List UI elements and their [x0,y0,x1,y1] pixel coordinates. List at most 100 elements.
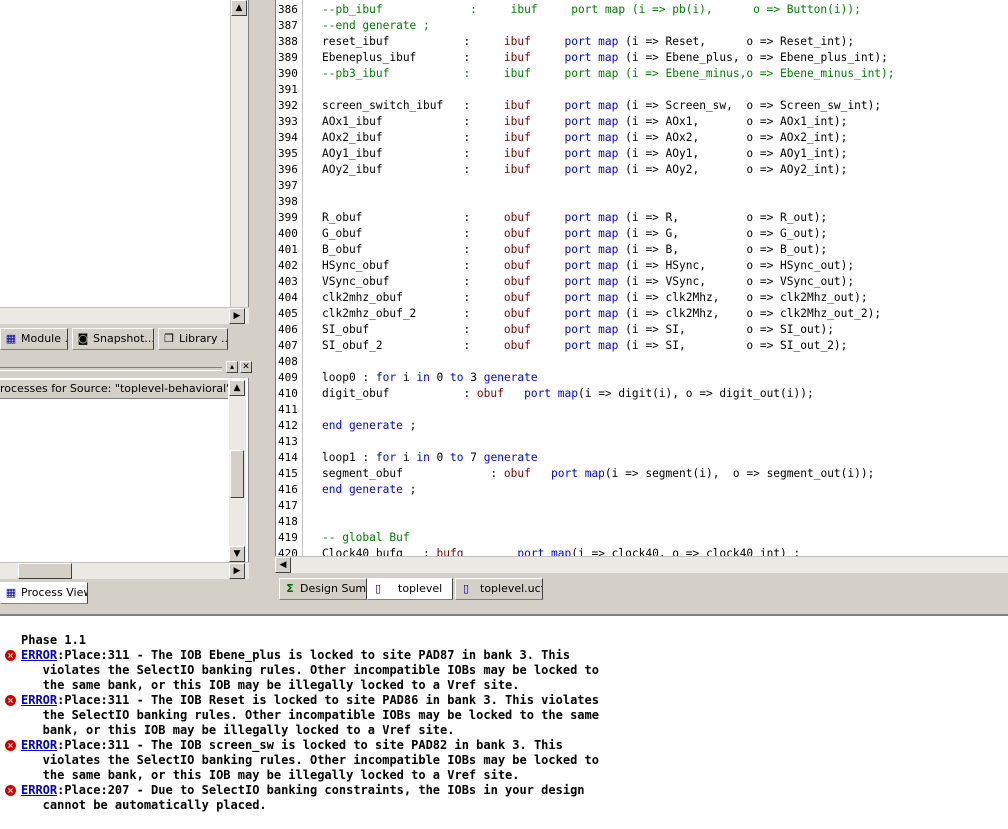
console-output[interactable]: Phase 1.1 × ERROR:Place:311 - The IOB Ebe… [0,614,1008,829]
code-line[interactable]: loop0 : for i in 0 to 3 generate [322,370,538,386]
sources-tree-panel[interactable]: ▲ [0,0,249,307]
code-line[interactable]: AOx1_ibuf : ibuf port map (i => AOx1, o … [322,114,847,130]
code-line[interactable]: AOy1_ibuf : ibuf port map (i => AOy1, o … [322,146,847,162]
tab-library-view[interactable]: ❐ Library ... [158,328,228,350]
restore-icon[interactable]: ▴ [226,361,238,373]
code-token: 0 [429,451,451,464]
line-number: 418 [278,515,298,528]
code-line[interactable]: SI_obuf : obuf port map (i => SI, o => S… [322,322,834,338]
code-line[interactable]: AOy2_ibuf : ibuf port map (i => AOy2, o … [322,162,847,178]
error-icon: × [5,650,16,661]
sources-vertical-scrollbar[interactable]: ▲ [230,0,248,307]
tab-design-summary[interactable]: Σ Design Sum... [279,578,367,600]
code-line[interactable]: VSync_obuf : obuf port map (i => VSync, … [322,274,854,290]
camera-icon: ◙ [77,332,89,345]
code-token: (i => SI, o => SI_out_2); [618,339,848,352]
code-line[interactable]: Ebeneplus_ibuf : ibuf port map (i => Ebe… [322,50,888,66]
line-number: 394 [278,131,298,144]
tab-module-view[interactable]: ▦ Module ... [0,328,68,350]
code-token: (i => AOy1, o => AOy1_int); [618,147,848,160]
editor-horizontal-scrollbar[interactable]: ◀ [275,556,1008,573]
code-token: port map [564,339,619,352]
scroll-right-arrow-icon[interactable]: ▶ [229,563,245,579]
tab-label: toplevel [398,582,443,595]
code-token: obuf [503,339,531,352]
code-line[interactable]: end generate ; [322,418,416,434]
error-link[interactable]: ERROR [21,648,57,662]
code-line[interactable]: Clock40_bufg : bufg port map(i => clock4… [322,546,800,556]
code-token: 7 [463,451,484,464]
error-link[interactable]: ERROR [21,693,57,707]
tab-label: Module ... [21,332,68,345]
code-line[interactable]: clk2mhz_obuf : obuf port map (i => clk2M… [322,290,868,306]
processes-panel-header: ▴ ✕ [0,360,256,376]
code-line[interactable]: digit_obuf : obuf port map(i => digit(i)… [322,386,814,402]
code-token: port map [564,99,619,112]
error-link[interactable]: ERROR [21,783,57,797]
scroll-up-arrow-icon[interactable]: ▲ [231,0,247,16]
code-line[interactable]: clk2mhz_obuf_2 : obuf port map (i => clk… [322,306,881,322]
code-line[interactable]: G_obuf : obuf port map (i => G, o => G_o… [322,226,827,242]
code-line[interactable]: --pb_ibuf : ibuf port map (i => pb(i), o… [322,2,861,18]
error-text: cannot be automatically placed. [21,798,267,812]
line-number: 400 [278,227,298,240]
code-line[interactable]: --pb3_ibuf : ibuf port map (i => Ebene_m… [322,66,895,82]
error-message-line: cannot be automatically placed. [21,798,267,813]
scroll-thumb[interactable] [18,563,72,579]
line-number: 412 [278,419,298,432]
code-token: HSync_obuf : [322,259,504,272]
code-line[interactable]: -- global Buf [322,530,410,546]
tab-process-view[interactable]: ▦ Process View [0,582,88,604]
code-line[interactable]: R_obuf : obuf port map (i => R, o => R_o… [322,210,827,226]
code-editor[interactable]: 386 387 388 389 390 391 392 393 394 395 396 397 398 3… [275,0,1008,556]
scroll-left-arrow-icon[interactable]: ◀ [275,557,291,573]
code-line[interactable]: AOx2_ibuf : ibuf port map (i => AOx2, o … [322,130,847,146]
code-token: clk2mhz_obuf : [322,291,504,304]
code-line[interactable]: HSync_obuf : obuf port map (i => HSync, … [322,258,854,274]
library-icon: ❐ [164,332,174,345]
code-token: to [450,371,464,384]
processes-vertical-scrollbar[interactable]: ▲ ▼ [229,380,246,562]
code-line[interactable]: loop1 : for i in 0 to 7 generate [322,450,538,466]
line-number: 408 [278,355,298,368]
code-token: --end generate ; [322,19,430,32]
code-line[interactable]: screen_switch_ibuf : ibuf port map (i =>… [322,98,881,114]
scroll-thumb[interactable] [230,450,244,498]
line-number: 393 [278,115,298,128]
line-number: 403 [278,275,298,288]
line-number: 407 [278,339,298,352]
code-token: -- global Buf [322,531,410,544]
processes-horizontal-scrollbar[interactable]: ▶ [0,562,249,579]
code-line[interactable]: --end generate ; [322,18,430,34]
code-token: i [396,451,417,464]
code-line[interactable]: B_obuf : obuf port map (i => B, o => B_o… [322,242,827,258]
code-token: SI_obuf_2 : [322,339,504,352]
code-line[interactable]: reset_ibuf : ibuf port map (i => Reset, … [322,34,854,50]
code-token: (i => G, o => G_out); [618,227,828,240]
code-token: end generate [322,483,403,496]
scroll-up-arrow-icon[interactable]: ▲ [229,380,245,396]
tab-snapshot-view[interactable]: ◙ Snapshot... [72,328,154,350]
error-link[interactable]: ERROR [21,738,57,752]
code-line[interactable]: SI_obuf_2 : obuf port map (i => SI, o =>… [322,338,847,354]
tab-toplevel[interactable]: ▯ toplevel [367,578,453,600]
code-line[interactable]: segment_obuf : obuf port map(i => segmen… [322,466,874,482]
code-token: ibuf [503,147,531,160]
sources-horizontal-scrollbar[interactable]: ▶ [0,307,249,324]
tab-toplevel-ucf[interactable]: ▯ toplevel.ucf [455,578,543,600]
error-text: :Place:207 - Due to SelectIO banking con… [57,783,585,797]
console-splitter[interactable] [0,604,1008,614]
process-icon: ▦ [5,586,17,599]
error-text: violates the SelectIO banking rules. Oth… [21,753,599,767]
line-number: 419 [278,531,298,544]
scroll-right-arrow-icon[interactable]: ▶ [229,308,245,324]
code-line[interactable]: end generate ; [322,482,416,498]
scroll-down-arrow-icon[interactable]: ▼ [229,546,245,562]
code-token: port map [564,147,619,160]
processes-panel[interactable] [0,378,249,578]
line-number: 386 [278,3,298,16]
close-icon[interactable]: ✕ [240,361,252,373]
